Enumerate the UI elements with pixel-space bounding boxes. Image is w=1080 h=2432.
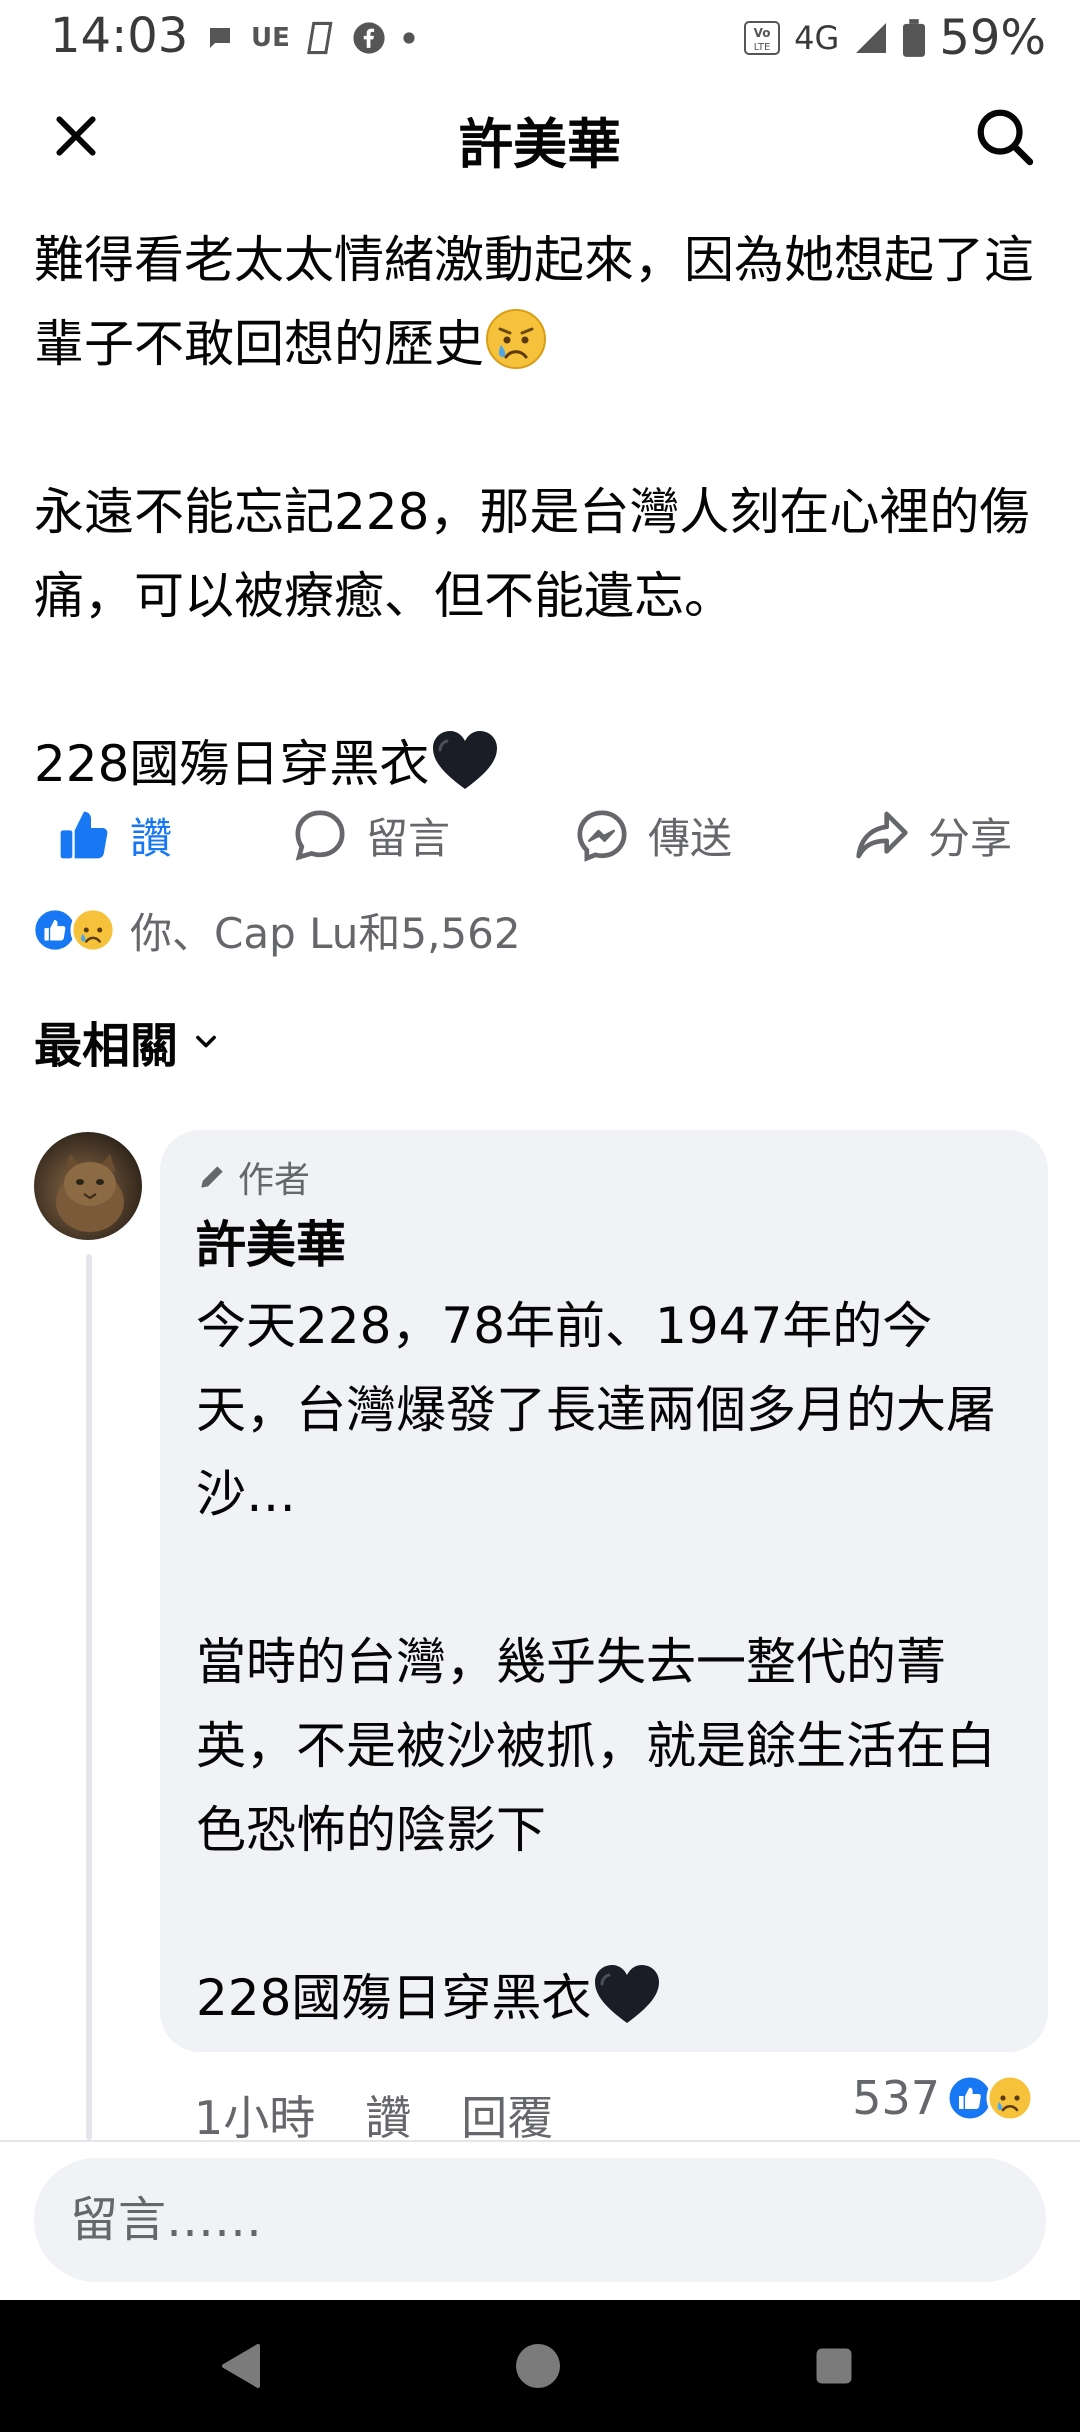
comment-paragraph: 228國殤日穿黑衣: [196, 1956, 1014, 2040]
status-notification-icons: UE: [205, 16, 416, 60]
send-label: 傳送: [648, 813, 733, 863]
like-button[interactable]: 讚: [56, 800, 172, 870]
network-type: 4G: [794, 19, 840, 57]
comment-reaction-icons: [946, 2074, 1034, 2122]
sort-dropdown[interactable]: 最相關: [34, 1006, 220, 1076]
system-nav-bar: [0, 2300, 1080, 2432]
carrier-icon: UE: [251, 23, 290, 53]
comment-composer: [0, 2140, 1080, 2300]
comment-icon: [295, 810, 345, 861]
signal-icon: [856, 23, 887, 53]
chevron-down-icon: [196, 1035, 216, 1048]
post-text: 難得看老太太情緒激動起來，因為她想起了這輩子不敢回想的歷史 永遠不能忘記228，…: [34, 218, 1054, 806]
comment-like-button[interactable]: 讚: [365, 2082, 411, 2148]
home-button[interactable]: [510, 2338, 566, 2394]
battery-percent: 59%: [939, 10, 1046, 66]
share-label: 分享: [928, 813, 1013, 863]
post-paragraph: 難得看老太太情緒激動起來，因為她想起了這輩子不敢回想的歷史: [34, 231, 1034, 373]
comment-author[interactable]: 許美華: [196, 1212, 1014, 1278]
facebook-icon: [353, 22, 385, 54]
comment-meta: 1小時 讚 回覆: [194, 2082, 553, 2148]
reactions-summary[interactable]: 你、Cap Lu和5,562: [32, 900, 521, 960]
recent-apps-icon: [816, 2348, 852, 2384]
receipt-icon: [306, 21, 333, 55]
chat-bubble-icon: [210, 28, 230, 48]
thread-line: [86, 1254, 92, 2140]
reaction-icons: [32, 907, 116, 953]
sad-reaction-icon: [986, 2074, 1034, 2122]
avatar[interactable]: [34, 1132, 142, 1240]
cat-avatar-image: [56, 1154, 124, 1232]
page-title: 許美華: [459, 113, 621, 176]
comment-input[interactable]: [34, 2158, 1046, 2282]
like-label: 讚: [130, 813, 173, 863]
sort-label: 最相關: [34, 1018, 179, 1074]
comment-paragraph: 今天228，78年前、1947年的今天，台灣爆發了長達兩個多月的大屠沙…: [196, 1297, 996, 1523]
comment-text: 今天228，78年前、1947年的今天，台灣爆發了長達兩個多月的大屠沙… 當時的…: [196, 1284, 1014, 2040]
volte-icon: Vo LTE: [744, 21, 781, 55]
comment-bubble[interactable]: 作者 許美華 今天228，78年前、1947年的今天，台灣爆發了長達兩個多月的大…: [160, 1130, 1048, 2052]
comment-reply-button[interactable]: 回覆: [461, 2082, 553, 2148]
author-badge-label: 作者: [238, 1160, 311, 1201]
pencil-icon: [201, 1166, 223, 1188]
send-button[interactable]: 傳送: [574, 800, 732, 870]
like-icon: [60, 811, 108, 859]
search-icon: [977, 109, 1034, 166]
status-time: 14:03: [50, 8, 189, 64]
reactions-summary-text: 你、Cap Lu和5,562: [130, 908, 521, 958]
share-icon: [856, 811, 908, 859]
black-heart-icon: [595, 1965, 660, 2023]
top-bar: 許美華: [0, 80, 1080, 180]
post-action-bar: 讚 留言 傳送 分享: [0, 790, 1080, 880]
sad-emoji-icon: [486, 309, 546, 369]
comment-reactions[interactable]: 537: [852, 2066, 1048, 2130]
battery-icon: [903, 19, 926, 57]
recent-apps-button[interactable]: [806, 2338, 862, 2394]
home-icon: [516, 2344, 560, 2388]
comment-reaction-count: 537: [852, 2071, 940, 2125]
comment-paragraph: 當時的台灣，幾乎失去一整代的菁英，不是被沙被抓，就是餘生活在白色恐怖的陰影下: [196, 1633, 996, 1859]
back-icon: [222, 2344, 260, 2388]
messenger-icon: [577, 810, 627, 862]
svg-text:Vo: Vo: [754, 26, 771, 40]
comment-label: 留言: [366, 813, 451, 863]
comment-time: 1小時: [194, 2091, 316, 2145]
sad-reaction-icon: [70, 907, 116, 953]
black-heart-icon: [433, 731, 498, 789]
post-paragraph: 永遠不能忘記228，那是台灣人刻在心裡的傷痛，可以被療癒、但不能遺忘。: [34, 483, 1030, 625]
author-badge: 作者: [196, 1152, 1014, 1202]
status-right: Vo LTE 4G 59%: [744, 8, 1046, 68]
comment-button[interactable]: 留言: [292, 800, 450, 870]
back-button[interactable]: [212, 2338, 268, 2394]
share-button[interactable]: 分享: [854, 800, 1012, 870]
search-button[interactable]: [964, 96, 1044, 176]
dot-icon: [403, 32, 415, 44]
status-bar: 14:03 UE Vo LTE 4G 59%: [0, 0, 1080, 80]
svg-text:LTE: LTE: [754, 42, 771, 53]
